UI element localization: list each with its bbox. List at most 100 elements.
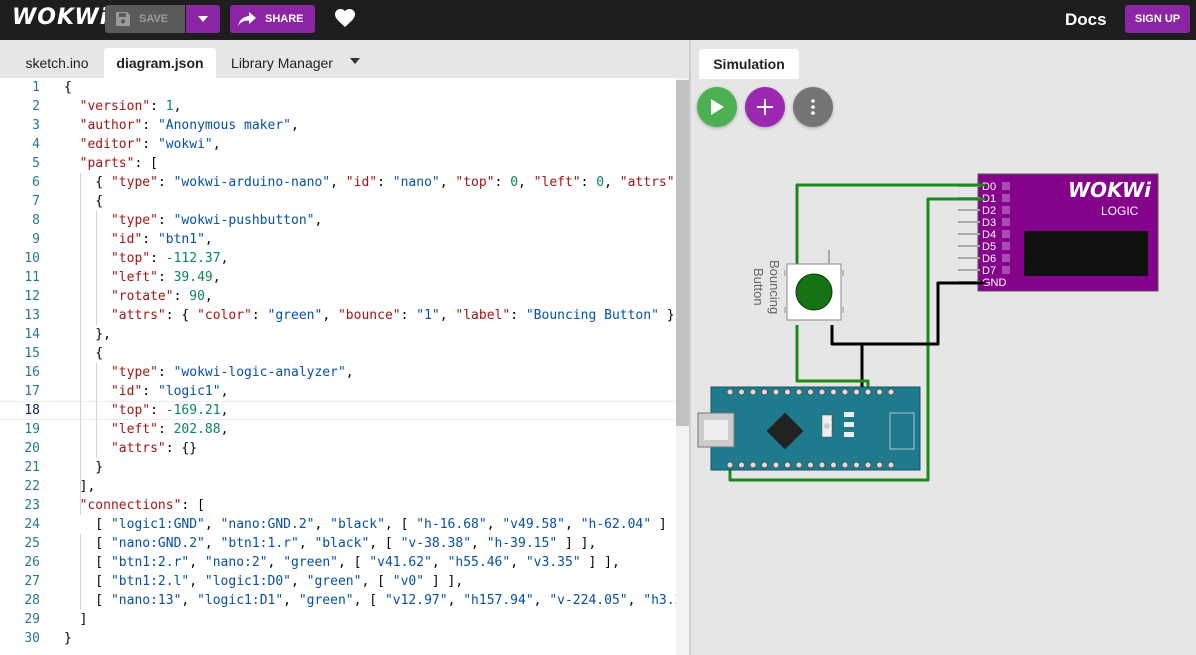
logic-pin-label: D6 — [982, 253, 996, 265]
code-line[interactable]: 26 [ "btn1:2.r", "nano:2", "green", [ "v… — [0, 553, 676, 572]
nano-header-pin — [887, 461, 895, 469]
line-number: 26 — [24, 555, 40, 570]
nano-header-pin — [807, 388, 814, 396]
heart-icon[interactable] — [335, 9, 355, 27]
code-text: "author": "Anonymous maker", — [79, 118, 299, 133]
code-line[interactable]: 8 "type": "wokwi-pushbutton", — [0, 211, 676, 230]
code-line[interactable]: 17 "id": "logic1", — [0, 382, 676, 401]
logic-pin-indicator — [1002, 206, 1010, 214]
code-text: ] — [64, 612, 88, 627]
logic-pin-label: D4 — [982, 229, 996, 241]
line-number: 17 — [24, 384, 40, 399]
nano-header-pin — [876, 461, 883, 469]
nano-header-pin — [818, 461, 826, 469]
logic-pin-indicator — [1002, 254, 1010, 262]
code-text: [ "btn1:2.r", "nano:2", "green", [ "v41.… — [64, 555, 620, 570]
code-text: "id": "logic1", — [110, 384, 229, 399]
line-number: 29 — [24, 612, 40, 627]
code-line[interactable]: 20 "attrs": {} — [0, 439, 676, 458]
code-line[interactable]: 28 [ "nano:13", "logic1:D1", "green", [ … — [0, 591, 676, 610]
code-line[interactable]: 23 "connections": [ — [0, 496, 676, 515]
code-text: "left": 202.88, — [110, 422, 229, 437]
tab-sketch-ino[interactable]: sketch.ino — [14, 48, 100, 78]
share-arrow-icon — [238, 12, 256, 26]
code-text: }, — [64, 327, 111, 342]
tab-library-manager[interactable]: Library Manager — [222, 48, 342, 78]
line-number: 1 — [32, 80, 40, 95]
line-number: 30 — [24, 631, 40, 646]
code-text: [ "nano:13", "logic1:D1", "green", [ "v1… — [64, 593, 676, 608]
sign-up-button[interactable]: SIGN UP — [1125, 5, 1190, 33]
code-text: "top": -112.37, — [110, 251, 229, 266]
nano-header-pin — [853, 461, 860, 469]
code-line[interactable]: 24 [ "logic1:GND", "nano:GND.2", "black"… — [0, 515, 676, 534]
logic-pin-label: GND — [982, 277, 1007, 289]
editor-scrollbar-thumb[interactable] — [676, 80, 689, 426]
line-number: 23 — [24, 498, 40, 513]
more-tabs-caret-icon[interactable] — [350, 58, 360, 64]
code-line[interactable]: 30} — [0, 629, 676, 648]
code-line[interactable]: 7 { — [0, 192, 676, 211]
logic-pin-label: D3 — [982, 217, 996, 229]
arduino-nano[interactable] — [697, 386, 921, 471]
nano-header-pin — [876, 388, 883, 396]
code-line[interactable]: 4 "editor": "wokwi", — [0, 135, 676, 154]
code-line[interactable]: 1{ — [0, 78, 676, 97]
code-line[interactable]: 22 ], — [0, 477, 676, 496]
nano-header-pin — [738, 388, 745, 396]
nano-header-pin — [830, 461, 837, 469]
line-number: 20 — [24, 441, 40, 456]
code-line[interactable]: 27 [ "btn1:2.l", "logic1:D0", "green", [… — [0, 572, 676, 591]
code-line[interactable]: 9 "id": "btn1", — [0, 230, 676, 249]
code-text: "version": 1, — [79, 99, 182, 114]
line-number: 27 — [24, 574, 40, 589]
code-text: "attrs": { "color": "green", "bounce": "… — [110, 308, 675, 323]
nano-header-pin — [772, 388, 780, 396]
code-text: } — [64, 631, 72, 646]
code-editor[interactable]: 1{2 "version": 1, 3 "author": "Anonymous … — [0, 78, 676, 655]
line-number: 15 — [24, 346, 40, 361]
code-line[interactable]: 2 "version": 1, — [0, 97, 676, 116]
docs-link[interactable]: Docs — [1065, 10, 1107, 30]
code-line[interactable]: 10 "top": -112.37, — [0, 249, 676, 268]
code-text: "id": "btn1", — [110, 232, 213, 247]
save-options-dropdown[interactable] — [186, 5, 220, 33]
code-line[interactable]: 15 { — [0, 344, 676, 363]
code-line[interactable]: 3 "author": "Anonymous maker", — [0, 116, 676, 135]
simulation-canvas[interactable]: WOKWi LOGIC D0D1D2D3D4D5D6D7GND Bouncing… — [691, 40, 1196, 655]
code-line[interactable]: 29 ] — [0, 610, 676, 629]
top-bar: WOKWi SAVE SHARE Docs SIGN UP — [0, 0, 1196, 40]
indent-guide — [80, 534, 81, 610]
wokwi-logo[interactable]: WOKWi — [12, 5, 108, 30]
code-line[interactable]: 13 "attrs": { "color": "green", "bounce"… — [0, 306, 676, 325]
nano-header-pin — [864, 461, 872, 469]
simulation-panel: Simulation WOKWi LOGIC D0 D1 D2 D3 D4 D5 D6 D7 G… — [691, 40, 1196, 655]
code-line[interactable]: 12 "rotate": 90, — [0, 287, 676, 306]
code-line[interactable]: 21 } — [0, 458, 676, 477]
code-line[interactable]: 19 "left": 202.88, — [0, 420, 676, 439]
save-button[interactable]: SAVE — [105, 5, 185, 33]
code-line[interactable]: 6 { "type": "wokwi-arduino-nano", "id": … — [0, 173, 676, 192]
code-line[interactable]: 5 "parts": [ — [0, 154, 676, 173]
code-line[interactable]: 25 [ "nano:GND.2", "btn1:1.r", "black", … — [0, 534, 676, 553]
line-number: 6 — [32, 175, 40, 190]
code-line[interactable]: 14 }, — [0, 325, 676, 344]
logic-analyzer-label: LOGIC — [1101, 204, 1139, 218]
share-button[interactable]: SHARE — [230, 5, 315, 33]
tab-diagram-json[interactable]: diagram.json — [104, 48, 216, 78]
code-text: "attrs": {} — [110, 441, 198, 456]
nano-header-pin — [841, 461, 849, 469]
floppy-disk-icon — [116, 12, 130, 26]
line-number: 16 — [24, 365, 40, 380]
line-number: 13 — [24, 308, 40, 323]
code-line[interactable]: 16 "type": "wokwi-logic-analyzer", — [0, 363, 676, 382]
logic-pin-indicator — [1002, 218, 1010, 226]
code-line[interactable]: 18 "top": -169.21, — [0, 401, 676, 420]
nano-header-pin — [795, 388, 803, 396]
logic-analyzer[interactable]: WOKWi LOGIC D0D1D2D3D4D5D6D7GND — [958, 173, 1159, 292]
code-text: "type": "wokwi-logic-analyzer", — [110, 365, 354, 380]
indent-guide — [80, 173, 81, 515]
nano-header-pin — [772, 461, 780, 469]
nano-header-pin — [853, 388, 860, 396]
code-line[interactable]: 11 "left": 39.49, — [0, 268, 676, 287]
